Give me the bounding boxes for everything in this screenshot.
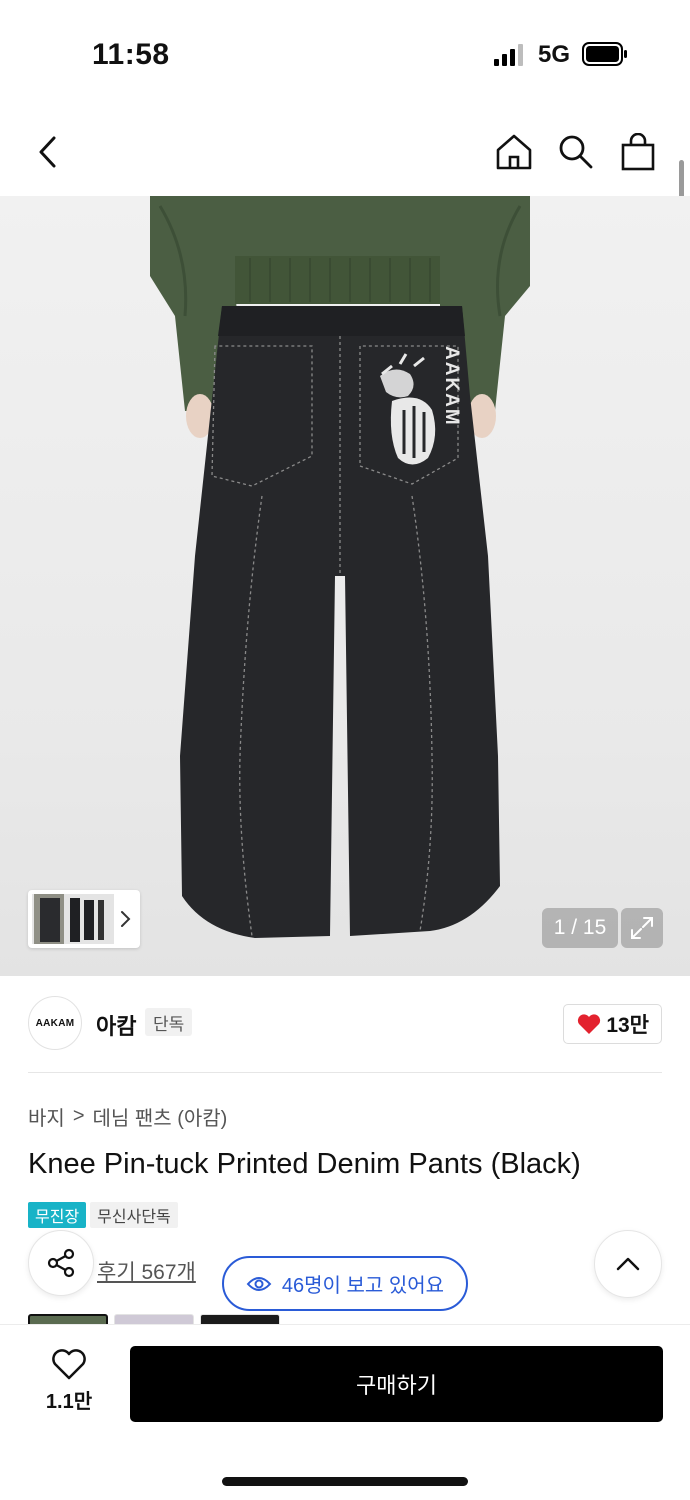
badge-musinsa-exclusive: 무신사단독 xyxy=(90,1202,178,1228)
status-bar: 11:58 5G xyxy=(0,0,690,110)
breadcrumb: 바지 > 데님 팬츠 (아캄) xyxy=(28,1102,227,1131)
brand-logo[interactable]: AAKAM xyxy=(28,996,82,1050)
nav-bar xyxy=(0,110,690,196)
search-button[interactable] xyxy=(554,130,598,174)
expand-icon xyxy=(631,917,653,939)
product-badges: 무진장 무신사단독 xyxy=(28,1202,178,1228)
home-icon xyxy=(496,134,532,170)
pants-print-text: AAKAM xyxy=(441,346,462,427)
signal-icon xyxy=(494,44,523,66)
home-button[interactable] xyxy=(492,130,536,174)
search-icon xyxy=(559,135,593,169)
brand-row: AAKAM 아캄 단독 13만 xyxy=(28,996,662,1052)
thumbnail-strip[interactable] xyxy=(28,890,140,948)
cart-button[interactable] xyxy=(616,130,660,174)
brand-like-count: 13만 xyxy=(606,1014,649,1037)
network-label: 5G xyxy=(538,41,571,68)
viewers-banner[interactable]: 46명이 보고 있어요 xyxy=(222,1256,468,1311)
image-counter: 1 / 15 xyxy=(542,908,618,948)
eye-icon xyxy=(246,1276,272,1291)
battery-icon xyxy=(582,42,627,66)
shopping-bag-icon xyxy=(621,133,655,171)
product-image-gallery[interactable]: AAKAM 1 / 15 xyxy=(0,196,690,976)
review-link[interactable]: 후기 567개 xyxy=(97,1256,196,1286)
scroll-top-button[interactable] xyxy=(594,1230,662,1298)
breadcrumb-separator: > xyxy=(72,1105,85,1127)
divider xyxy=(28,1072,662,1073)
heart-outline-icon xyxy=(52,1349,86,1380)
status-time: 11:58 xyxy=(92,38,170,71)
chevron-right-icon[interactable] xyxy=(118,906,134,932)
brand-exclusive-tag: 단독 xyxy=(145,1008,193,1036)
badge-mujinjang: 무진장 xyxy=(28,1202,87,1228)
brand-name[interactable]: 아캄 xyxy=(96,1009,136,1041)
share-button[interactable] xyxy=(28,1230,94,1296)
breadcrumb-category[interactable]: 바지 xyxy=(28,1102,65,1131)
chevron-up-icon xyxy=(616,1257,640,1271)
home-indicator xyxy=(222,1477,468,1486)
product-photo: AAKAM xyxy=(150,196,530,938)
back-button[interactable] xyxy=(26,130,70,174)
wishlist-count: 1.1만 xyxy=(45,1391,93,1413)
share-icon xyxy=(47,1248,75,1278)
viewers-text: 46명이 보고 있어요 xyxy=(281,1275,445,1297)
thumbnail-image[interactable] xyxy=(32,894,114,944)
brand-like-button[interactable]: 13만 xyxy=(563,1004,662,1044)
wishlist-button[interactable]: 1.1만 xyxy=(40,1349,98,1414)
product-title: Knee Pin-tuck Printed Denim Pants (Black… xyxy=(28,1148,581,1180)
heart-filled-icon xyxy=(578,1014,601,1034)
bottom-purchase-bar: 1.1만 구매하기 xyxy=(0,1324,690,1500)
expand-button[interactable] xyxy=(621,908,663,948)
breadcrumb-subcategory[interactable]: 데님 팬츠 (아캄) xyxy=(93,1102,228,1131)
back-icon xyxy=(39,136,56,168)
buy-button[interactable]: 구매하기 xyxy=(130,1346,663,1422)
